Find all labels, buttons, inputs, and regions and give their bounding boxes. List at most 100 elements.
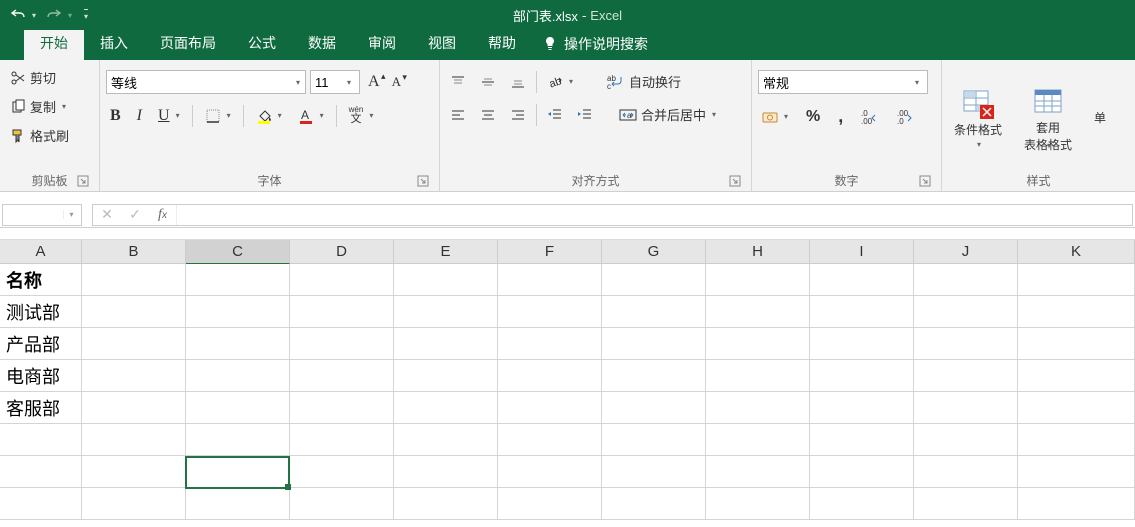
cell[interactable] [914,360,1018,392]
cell[interactable] [82,296,186,328]
cell[interactable] [82,360,186,392]
cell[interactable] [394,424,498,456]
cell[interactable] [602,360,706,392]
cell[interactable] [82,488,186,520]
cell[interactable] [82,328,186,360]
cell[interactable] [1018,264,1135,296]
font-name-input[interactable] [107,75,291,90]
cell[interactable] [706,360,810,392]
comma-button[interactable]: , [834,104,847,129]
cell[interactable] [602,392,706,424]
align-right-button[interactable] [506,105,530,125]
chevron-down-icon[interactable]: ▾ [291,78,305,87]
font-size-combo[interactable]: ▾ [310,70,360,94]
cell[interactable] [602,424,706,456]
format-as-table-button[interactable]: 套用 表格格式 ▾ [1018,66,1078,169]
column-header-J[interactable]: J [914,240,1018,264]
qat-customize-button[interactable]: ▾ [78,7,92,23]
decrease-font-button[interactable]: A▾ [388,72,405,92]
bold-button[interactable]: B [106,105,125,127]
cell[interactable] [186,296,290,328]
cell[interactable] [498,488,602,520]
cell[interactable] [290,424,394,456]
cell[interactable] [914,328,1018,360]
tab-home[interactable]: 开始 [24,26,84,60]
increase-indent-button[interactable] [573,105,597,125]
fill-color-button[interactable]: ▾ [252,106,286,126]
cell[interactable] [602,296,706,328]
column-header-E[interactable]: E [394,240,498,264]
tab-view[interactable]: 视图 [412,26,472,60]
chevron-down-icon[interactable]: ▾ [63,210,79,219]
cell[interactable] [186,424,290,456]
accounting-format-button[interactable]: ▾ [758,107,792,127]
spreadsheet-grid[interactable]: A B C D E F G H I J K 名称 测试部 产品部 电商部 客服部 [0,240,1135,520]
cell[interactable] [290,488,394,520]
cell[interactable] [810,392,914,424]
italic-button[interactable]: I [133,105,146,127]
border-button[interactable]: ▾ [201,106,235,126]
cell[interactable] [1018,360,1135,392]
cell[interactable] [1018,328,1135,360]
column-header-C[interactable]: C [186,240,290,264]
tab-formulas[interactable]: 公式 [232,26,292,60]
cell[interactable] [810,328,914,360]
column-header-I[interactable]: I [810,240,914,264]
phonetic-button[interactable]: wén文 ▾ [345,104,378,127]
cell[interactable] [186,456,290,488]
cell[interactable] [1018,392,1135,424]
cell[interactable] [706,392,810,424]
cell[interactable] [810,456,914,488]
cell[interactable] [810,360,914,392]
cell-A2[interactable]: 测试部 [0,296,82,328]
increase-font-button[interactable]: A▴ [364,71,384,93]
cell[interactable] [498,456,602,488]
cell[interactable] [706,456,810,488]
cell[interactable] [290,296,394,328]
font-size-input[interactable] [311,75,341,90]
cell[interactable] [706,328,810,360]
cell[interactable] [394,264,498,296]
cell[interactable] [82,392,186,424]
dialog-launcher-icon[interactable] [77,175,91,189]
cell[interactable] [394,296,498,328]
name-box[interactable]: ▾ [2,204,82,226]
cell-A4[interactable]: 电商部 [0,360,82,392]
font-color-button[interactable]: A ▾ [294,106,328,126]
align-middle-button[interactable] [476,72,500,92]
percent-button[interactable]: % [802,106,824,128]
cell[interactable] [290,360,394,392]
cell[interactable] [810,488,914,520]
cell[interactable] [498,424,602,456]
formula-input[interactable] [177,207,1132,222]
dialog-launcher-icon[interactable] [417,175,431,189]
cell[interactable] [0,488,82,520]
cell[interactable] [290,456,394,488]
cell[interactable] [810,424,914,456]
cell-styles-button[interactable]: 单 [1088,66,1106,169]
cell[interactable] [498,360,602,392]
cell[interactable] [82,456,186,488]
cell-A5[interactable]: 客服部 [0,392,82,424]
column-header-F[interactable]: F [498,240,602,264]
dialog-launcher-icon[interactable] [729,175,743,189]
cell[interactable] [706,424,810,456]
undo-button[interactable]: ▾ [6,5,40,25]
redo-button[interactable]: ▾ [42,5,76,25]
name-box-input[interactable] [3,207,63,222]
column-header-G[interactable]: G [602,240,706,264]
cell[interactable] [602,264,706,296]
tab-data[interactable]: 数据 [292,26,352,60]
cell[interactable] [0,424,82,456]
cell[interactable] [394,328,498,360]
cell[interactable] [914,392,1018,424]
tell-me-button[interactable]: 操作说明搜索 [532,28,658,60]
cell[interactable] [1018,296,1135,328]
cell[interactable] [290,392,394,424]
number-format-input[interactable] [759,75,909,90]
cell-A1[interactable]: 名称 [0,264,82,296]
cell[interactable] [498,328,602,360]
cell[interactable] [186,328,290,360]
tab-insert[interactable]: 插入 [84,26,144,60]
column-header-D[interactable]: D [290,240,394,264]
